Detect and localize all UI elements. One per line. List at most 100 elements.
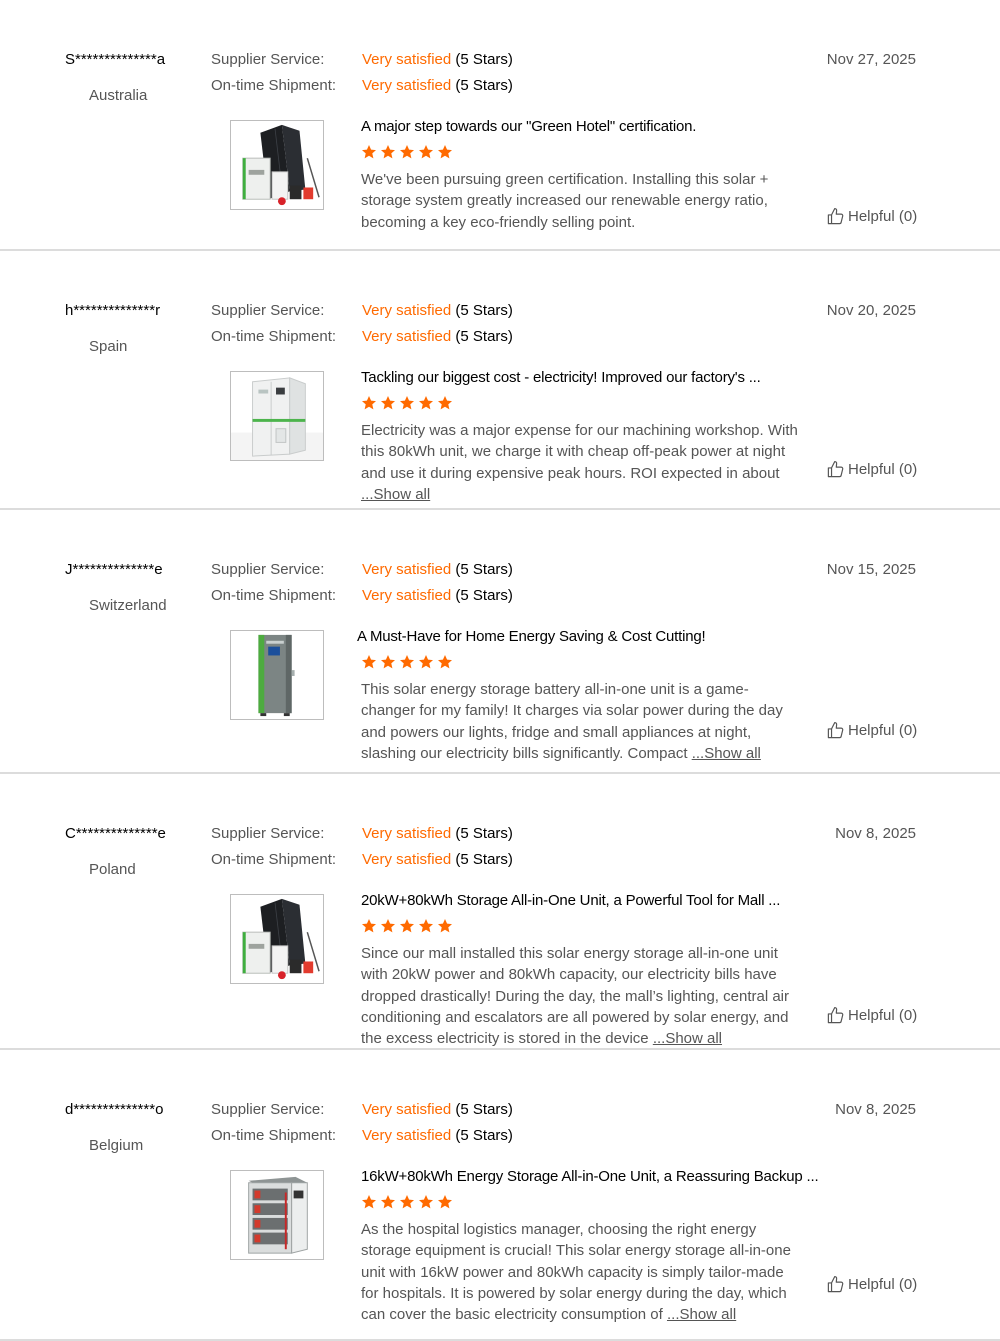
satisfaction-text: Very satisfied	[362, 587, 452, 604]
star-icon	[419, 1195, 433, 1209]
review-star-rating	[361, 1194, 453, 1210]
stars-count-text: (5 Stars)	[455, 328, 513, 345]
show-all-link[interactable]: ...Show all	[667, 1306, 736, 1323]
review-card: d**************o Belgium Supplier Service:…	[0, 1050, 1000, 1341]
reviewer-name: h**************r	[65, 302, 161, 319]
ontime-shipment-label: On-time Shipment:	[211, 77, 337, 94]
stars-count-text: (5 Stars)	[455, 561, 513, 578]
star-icon	[419, 919, 433, 933]
ontime-shipment-rating: Very satisfied (5 Stars)	[362, 328, 513, 345]
stars-count-text: (5 Stars)	[455, 1101, 513, 1118]
reviewer-country: Spain	[89, 338, 128, 355]
show-all-link[interactable]: ...Show all	[361, 486, 430, 503]
reviewer-name: S**************a	[65, 51, 166, 68]
stars-count-text: (5 Stars)	[455, 51, 513, 68]
star-icon	[400, 655, 414, 669]
supplier-service-label: Supplier Service:	[211, 51, 325, 68]
helpful-button[interactable]: Helpful (0)	[826, 1275, 917, 1294]
product-thumbnail[interactable]	[230, 1170, 324, 1260]
reviewer-country: Belgium	[89, 1137, 144, 1154]
review-title: 20kW+80kWh Storage All-in-One Unit, a Po…	[361, 892, 781, 909]
satisfaction-text: Very satisfied	[362, 302, 452, 319]
solar-panel-kit-icon	[231, 121, 323, 209]
review-title: 16kW+80kWh Energy Storage All-in-One Uni…	[361, 1168, 819, 1185]
reviewer-name: d**************o	[65, 1101, 164, 1118]
review-text: We've been pursuing green certification.…	[361, 171, 769, 231]
review-star-rating	[361, 144, 453, 160]
ontime-shipment-rating: Very satisfied (5 Stars)	[362, 1127, 513, 1144]
star-icon	[362, 1195, 376, 1209]
reviewer-name: J**************e	[65, 561, 163, 578]
helpful-button[interactable]: Helpful (0)	[826, 207, 917, 226]
stars-count-text: (5 Stars)	[455, 825, 513, 842]
reviewer-country: Poland	[89, 861, 136, 878]
star-icon	[362, 919, 376, 933]
star-icon	[419, 396, 433, 410]
product-thumbnail[interactable]	[230, 371, 324, 461]
star-icon	[362, 396, 376, 410]
satisfaction-text: Very satisfied	[362, 51, 452, 68]
review-content: Since our mall installed this solar ener…	[361, 943, 801, 1049]
review-text: Electricity was a major expense for our …	[361, 422, 798, 482]
star-icon	[381, 1195, 395, 1209]
review-content: Electricity was a major expense for our …	[361, 420, 801, 505]
satisfaction-text: Very satisfied	[362, 77, 452, 94]
product-thumbnail[interactable]	[230, 894, 324, 984]
review-content: We've been pursuing green certification.…	[361, 169, 801, 233]
satisfaction-text: Very satisfied	[362, 561, 452, 578]
star-icon	[400, 1195, 414, 1209]
product-thumbnail[interactable]	[230, 120, 324, 210]
review-star-rating	[361, 654, 453, 670]
satisfaction-text: Very satisfied	[362, 825, 452, 842]
star-icon	[438, 655, 452, 669]
helpful-button[interactable]: Helpful (0)	[826, 460, 917, 479]
helpful-label: Helpful (0)	[848, 461, 918, 478]
supplier-service-rating: Very satisfied (5 Stars)	[362, 825, 513, 842]
battery-tower-icon	[231, 631, 323, 719]
ontime-shipment-label: On-time Shipment:	[211, 587, 337, 604]
review-card: S**************a Australia Supplier Servic…	[0, 0, 1000, 251]
supplier-service-label: Supplier Service:	[211, 561, 325, 578]
ontime-shipment-rating: Very satisfied (5 Stars)	[362, 587, 513, 604]
show-all-link[interactable]: ...Show all	[653, 1030, 722, 1047]
satisfaction-text: Very satisfied	[362, 1127, 452, 1144]
star-icon	[400, 396, 414, 410]
review-card: C**************e Poland Supplier Service: O…	[0, 774, 1000, 1050]
star-icon	[362, 145, 376, 159]
review-date: Nov 15, 2025	[826, 561, 916, 578]
star-icon	[381, 145, 395, 159]
review-card: J**************e Switzerland Supplier Serv…	[0, 510, 1000, 774]
reviewer-country: Australia	[89, 87, 148, 104]
stars-count-text: (5 Stars)	[455, 77, 513, 94]
supplier-service-label: Supplier Service:	[211, 1101, 325, 1118]
helpful-button[interactable]: Helpful (0)	[826, 1006, 917, 1025]
star-icon	[400, 919, 414, 933]
thumbs-up-icon	[827, 1006, 844, 1024]
storage-cabinet-icon	[231, 372, 323, 460]
reviewer-name: C**************e	[65, 825, 166, 842]
stars-count-text: (5 Stars)	[455, 1127, 513, 1144]
helpful-label: Helpful (0)	[848, 1276, 918, 1293]
review-text: Since our mall installed this solar ener…	[361, 945, 789, 1048]
stars-count-text: (5 Stars)	[455, 851, 513, 868]
supplier-service-label: Supplier Service:	[211, 825, 325, 842]
review-card: h**************r Spain Supplier Service: On…	[0, 251, 1000, 510]
ontime-shipment-label: On-time Shipment:	[211, 328, 337, 345]
review-title: A Must-Have for Home Energy Saving & Cos…	[357, 628, 706, 645]
review-date: Nov 27, 2025	[826, 51, 916, 68]
supplier-service-label: Supplier Service:	[211, 302, 325, 319]
battery-rack-icon	[231, 1171, 323, 1259]
helpful-label: Helpful (0)	[848, 208, 918, 225]
helpful-label: Helpful (0)	[848, 1007, 918, 1024]
review-content: As the hospital logistics manager, choos…	[361, 1219, 801, 1325]
review-star-rating	[361, 918, 453, 934]
review-title: A major step towards our "Green Hotel" c…	[361, 118, 697, 135]
helpful-button[interactable]: Helpful (0)	[826, 721, 917, 740]
solar-panel-kit-icon	[231, 895, 323, 983]
show-all-link[interactable]: ...Show all	[692, 745, 761, 762]
ontime-shipment-label: On-time Shipment:	[211, 851, 337, 868]
product-thumbnail[interactable]	[230, 630, 324, 720]
star-icon	[438, 919, 452, 933]
supplier-service-rating: Very satisfied (5 Stars)	[362, 302, 513, 319]
helpful-label: Helpful (0)	[848, 722, 918, 739]
